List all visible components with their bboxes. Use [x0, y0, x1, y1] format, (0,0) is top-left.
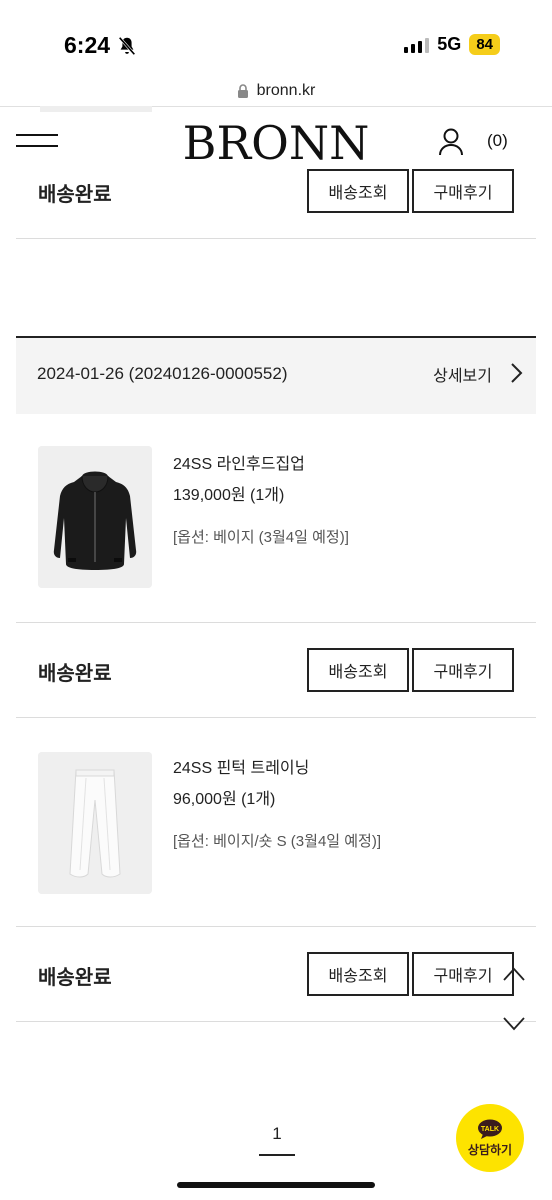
- signal-icon: [404, 37, 430, 53]
- product-name[interactable]: 24SS 라인후드집업: [173, 450, 305, 474]
- order-header: 2024-01-26 (20240126-0000552) 상세보기: [16, 336, 536, 414]
- write-review-button[interactable]: 구매후기: [412, 169, 514, 213]
- product-name[interactable]: 24SS 핀턱 트레이닝: [173, 754, 309, 778]
- shipping-status-row: 배송완료 배송조회 구매후기: [16, 622, 536, 718]
- url-text: bronn.kr: [256, 82, 316, 99]
- shipping-status-row: 배송완료 배송조회 구매후기: [16, 142, 536, 239]
- product-image[interactable]: [38, 446, 152, 588]
- shipping-status-label: 배송완료: [38, 184, 112, 206]
- talk-bubble-icon: TALK: [478, 1119, 502, 1139]
- status-time: 6:24: [64, 32, 138, 59]
- scroll-to-bottom-icon[interactable]: [502, 1016, 526, 1032]
- home-indicator: [177, 1182, 375, 1188]
- shipping-status-row: 배송완료 배송조회 구매후기: [16, 926, 536, 1022]
- pagination-underline: [259, 1154, 295, 1156]
- order-detail-link[interactable]: 상세보기: [433, 362, 492, 386]
- status-bar: 6:24 5G 84: [0, 0, 552, 70]
- talk-badge-text: TALK: [481, 1126, 499, 1133]
- pagination-current-page[interactable]: 1: [259, 1124, 295, 1144]
- kakao-chat-button[interactable]: TALK 상담하기: [456, 1104, 524, 1172]
- url-bar[interactable]: bronn.kr: [0, 76, 552, 106]
- product-price: 139,000원 (1개): [173, 487, 285, 504]
- kakao-chat-label: 상담하기: [467, 1142, 513, 1157]
- track-shipment-button[interactable]: 배송조회: [307, 169, 409, 213]
- product-price: 96,000원 (1개): [173, 791, 276, 808]
- battery-badge: 84: [469, 34, 500, 55]
- status-indicators: 5G 84: [404, 34, 500, 55]
- black-hoodie-icon: [38, 446, 152, 588]
- order-date-number: 2024-01-26 (20240126-0000552): [37, 364, 288, 383]
- track-shipment-button[interactable]: 배송조회: [307, 952, 409, 996]
- lock-icon: [237, 84, 248, 98]
- network-type: 5G: [437, 34, 462, 54]
- write-review-button[interactable]: 구매후기: [412, 952, 514, 996]
- bell-muted-icon: [118, 36, 136, 55]
- shipping-status-label: 배송완료: [38, 663, 112, 685]
- time-text: 6:24: [64, 32, 111, 58]
- product-image[interactable]: [38, 752, 152, 894]
- write-review-button[interactable]: 구매후기: [412, 648, 514, 692]
- track-shipment-button[interactable]: 배송조회: [307, 648, 409, 692]
- product-option: [옵션: 베이지/숏 S (3월4일 예정)]: [173, 833, 382, 850]
- chevron-right-icon[interactable]: [510, 362, 524, 384]
- product-option: [옵션: 베이지 (3월4일 예정)]: [173, 529, 349, 546]
- white-pants-icon: [38, 752, 152, 894]
- scroll-to-top-icon[interactable]: [502, 966, 526, 982]
- shipping-status-label: 배송완료: [38, 967, 112, 989]
